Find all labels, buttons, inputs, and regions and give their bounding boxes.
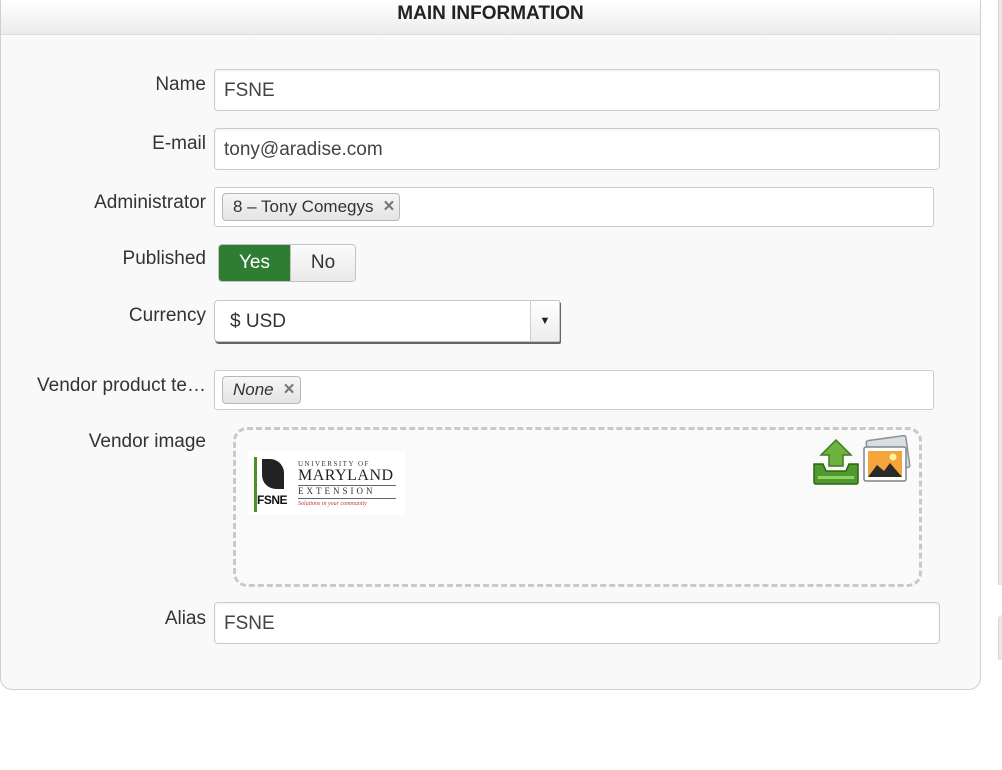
adjacent-panel-edge: [998, 0, 1002, 585]
alias-input[interactable]: FSNE: [214, 602, 940, 644]
logo-tagline: Solutions in your community: [298, 501, 367, 507]
published-label: Published: [122, 248, 206, 269]
vendor-product-template-select[interactable]: None ×: [214, 370, 934, 410]
currency-value: $ USD: [230, 311, 286, 332]
name-input[interactable]: FSNE: [214, 69, 940, 111]
panel-title: MAIN INFORMATION: [1, 0, 980, 35]
adjacent-panel-edge-lower: [998, 615, 1002, 660]
logo-line2: MARYLAND: [298, 467, 394, 484]
logo-leaf-shape: [262, 459, 284, 489]
vendor-product-template-label: Vendor product te…: [37, 375, 206, 396]
alias-label: Alias: [164, 608, 206, 629]
currency-select[interactable]: $ USD ▼: [214, 300, 560, 342]
email-label: E-mail: [152, 133, 206, 154]
administrator-tag: 8 – Tony Comegys ×: [222, 193, 401, 221]
currency-label: Currency: [128, 305, 206, 326]
logo-rule-bottom: [298, 498, 396, 499]
logo-mark-text: FSNE: [257, 493, 288, 507]
close-icon[interactable]: ×: [383, 194, 394, 220]
vendor-template-tag: None ×: [222, 376, 301, 404]
administrator-select[interactable]: 8 – Tony Comegys ×: [214, 187, 934, 227]
administrator-tag-text: 8 – Tony Comegys: [233, 197, 374, 216]
logo-line3: EXTENSION: [298, 486, 376, 496]
close-icon[interactable]: ×: [284, 377, 295, 403]
vendor-logo-image: FSNE UNIVERSITY OF MARYLAND EXTENSION So…: [248, 451, 405, 515]
vendor-image-label: Vendor image: [88, 431, 206, 452]
published-toggle: Yes No: [218, 244, 356, 282]
published-yes-button[interactable]: Yes: [219, 245, 290, 281]
administrator-label: Administrator: [94, 192, 206, 213]
name-label: Name: [155, 74, 206, 95]
image-gallery-icon[interactable]: [860, 435, 912, 487]
email-input[interactable]: tony@aradise.com: [214, 128, 940, 170]
published-no-button[interactable]: No: [290, 245, 355, 281]
caret-down-icon[interactable]: ▼: [530, 301, 559, 341]
vendor-template-tag-text: None: [233, 380, 274, 399]
upload-tray-icon[interactable]: [811, 438, 861, 486]
